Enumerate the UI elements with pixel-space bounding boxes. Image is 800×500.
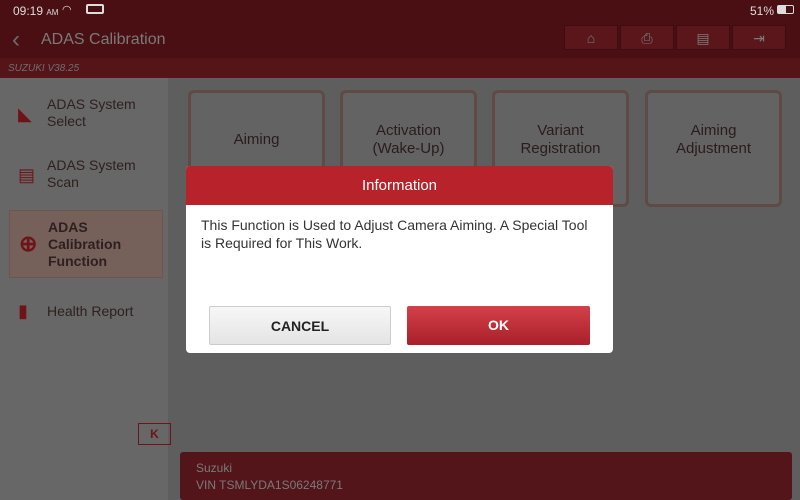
exit-icon: ⇥	[753, 30, 765, 46]
sidebar-item-label: ADAS System Scan	[47, 157, 136, 190]
wifi-icon: ◠	[62, 4, 72, 16]
sidebar-item-calibration-function[interactable]: ⊕ ADAS Calibration Function	[9, 210, 163, 278]
information-dialog: Information This Function is Used to Adj…	[186, 166, 613, 353]
sidebar-item-health-report[interactable]: ▮ Health Report	[9, 293, 163, 329]
home-button[interactable]: ⌂	[564, 25, 618, 50]
status-bar: 09:19 AM ◠ 51%	[0, 0, 800, 20]
battery-icon	[777, 5, 794, 14]
time: 09:19	[13, 4, 44, 18]
battery-percent: 51%	[750, 4, 775, 18]
sidebar-item-label: Health Report	[47, 303, 134, 319]
collapse-sidebar-button[interactable]: K	[138, 423, 171, 445]
back-icon[interactable]: ‹	[12, 26, 20, 54]
home-icon: ⌂	[586, 30, 596, 46]
vci-connector-icon	[86, 4, 104, 14]
vehicle-info: Suzuki VIN TSMLYDA1S06248771	[180, 452, 792, 500]
target-icon: ⊕	[19, 231, 38, 256]
app-header: ‹ ADAS Calibration ⌂ ⎙ ▤ ⇥	[0, 20, 800, 58]
dialog-title: Information	[186, 166, 613, 205]
exit-button[interactable]: ⇥	[732, 25, 786, 50]
tile-aiming-adjustment[interactable]: Aiming Adjustment	[645, 90, 782, 207]
ok-button[interactable]: OK	[407, 306, 590, 345]
sidebar-item-label: ADAS System Select	[47, 96, 136, 129]
cursor-icon: ◣	[18, 104, 32, 124]
tile-label: Aiming Adjustment	[675, 121, 752, 157]
version-bar: SUZUKI V38.25	[0, 58, 800, 78]
report-icon: ▤	[696, 30, 710, 46]
sidebar-item-system-select[interactable]: ◣ ADAS System Select	[9, 90, 163, 140]
report-button[interactable]: ▤	[676, 25, 730, 50]
tile-label: Activation (Wake-Up)	[372, 121, 445, 157]
page-title: ADAS Calibration	[41, 31, 166, 48]
sidebar-item-system-scan[interactable]: ▤ ADAS System Scan	[9, 151, 163, 201]
print-button[interactable]: ⎙	[620, 25, 674, 50]
vehicle-vin: VIN TSMLYDA1S06248771	[196, 478, 343, 492]
clock: 09:19 AM	[13, 4, 58, 18]
tile-label: Aiming	[233, 130, 280, 148]
sidebar-item-label: ADAS Calibration Function	[48, 219, 122, 269]
ampm: AM	[46, 8, 59, 17]
cancel-button[interactable]: CANCEL	[209, 306, 391, 345]
clipboard-icon: ▮	[18, 301, 28, 321]
dialog-message: This Function is Used to Adjust Camera A…	[201, 217, 588, 251]
scan-icon: ▤	[18, 165, 36, 185]
tile-label: Variant Registration	[520, 121, 601, 157]
print-icon: ⎙	[641, 30, 653, 46]
vehicle-make: Suzuki	[196, 461, 233, 475]
